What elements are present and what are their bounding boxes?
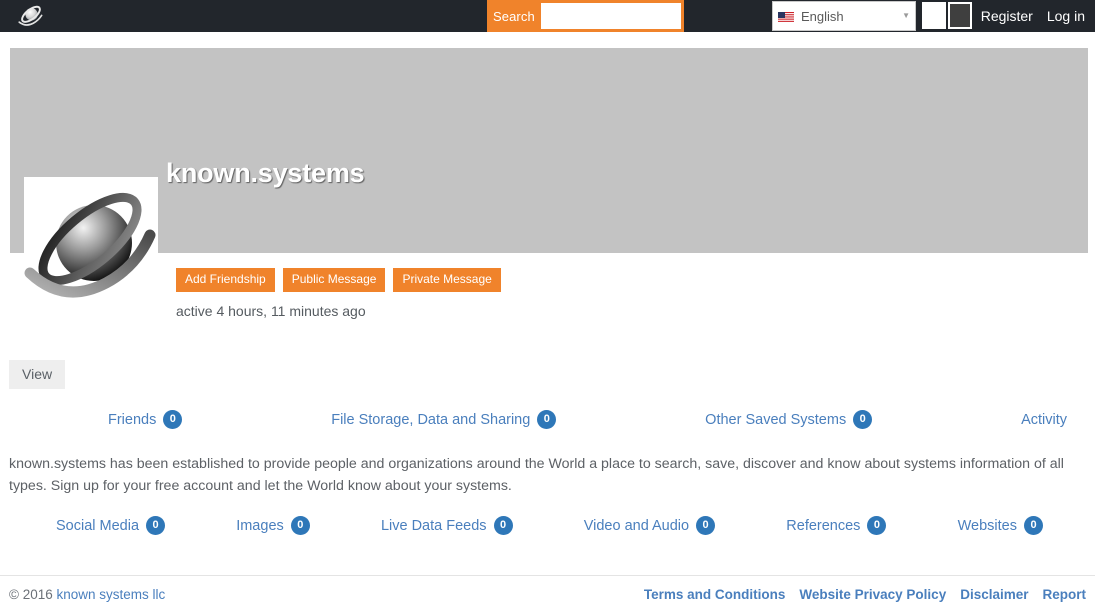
intro-paragraph: known.systems has been established to pr… (9, 456, 1064, 494)
status-badge: 0 (853, 410, 873, 429)
account-links: Register Log in (981, 0, 1085, 32)
status-badge: 0 (493, 516, 513, 535)
theme-swatch-group (922, 2, 972, 29)
terms-and-conditions-link[interactable]: Terms and Conditions (644, 587, 786, 602)
page-title: known.systems (166, 158, 365, 188)
report-link[interactable]: Report (1043, 587, 1087, 602)
chevron-down-icon: ▼ (902, 11, 910, 20)
nav-item-label: Images (236, 517, 284, 534)
nav-item-video-and-audio[interactable]: Video and Audio 0 (583, 516, 716, 535)
disclaimer-link[interactable]: Disclaimer (960, 587, 1028, 602)
search-label: Search (493, 9, 535, 24)
nav-item-label: Websites (957, 517, 1017, 534)
nav-item-label: Friends (108, 411, 157, 428)
nav-item-label: Social Media (56, 517, 140, 534)
nav-item-label: File Storage, Data and Sharing (331, 411, 531, 428)
search-box: Search (487, 0, 684, 32)
language-selector[interactable]: English ▼ (772, 1, 916, 31)
us-flag-icon (778, 11, 794, 22)
secondary-nav-row: Social Media 0 Images 0 Live Data Feeds … (0, 516, 1095, 535)
profile-cover-banner (10, 48, 1088, 253)
copyright-text: © 2016 (9, 587, 57, 602)
avatar[interactable] (24, 177, 158, 311)
nav-item-label: Activity (1021, 411, 1067, 428)
nav-item-label: Other Saved Systems (705, 411, 847, 428)
search-input[interactable] (540, 3, 681, 29)
nav-item-other-saved-systems[interactable]: Other Saved Systems 0 (705, 410, 873, 429)
status-badge: 0 (290, 516, 310, 535)
public-message-button[interactable]: Public Message (282, 268, 386, 293)
register-link[interactable]: Register (981, 8, 1033, 24)
orbital-sphere-logo-svg (18, 5, 43, 26)
status-badge: 0 (163, 410, 183, 429)
private-message-button[interactable]: Private Message (393, 268, 501, 293)
page-footer: © 2016 known systems llc Terms and Condi… (0, 575, 1095, 613)
theme-swatch-light[interactable] (922, 2, 946, 29)
nav-item-references[interactable]: References 0 (786, 516, 887, 535)
nav-item-label: Live Data Feeds (380, 517, 487, 534)
us-flag-svg (778, 11, 794, 22)
nav-item-label: Video and Audio (583, 517, 690, 534)
nav-item-activity[interactable]: Activity (1021, 412, 1067, 428)
last-active-status: active 4 hours, 11 minutes ago (176, 303, 366, 319)
nav-item-images[interactable]: Images 0 (236, 516, 310, 535)
orbital-sphere-logo-icon[interactable] (14, 2, 48, 30)
nav-item-live-data-feeds[interactable]: Live Data Feeds 0 (381, 516, 513, 535)
view-tab[interactable]: View (9, 360, 66, 389)
copyright: © 2016 known systems llc (9, 587, 165, 602)
footer-links: Terms and Conditions Website Privacy Pol… (644, 587, 1086, 602)
status-badge: 0 (1024, 516, 1043, 535)
nav-item-social-media[interactable]: Social Media 0 (56, 516, 166, 535)
company-link[interactable]: known systems llc (56, 587, 165, 602)
status-badge: 0 (537, 410, 557, 429)
nav-item-label: References (786, 517, 861, 534)
theme-swatch-dark[interactable] (948, 2, 972, 29)
add-friendship-button[interactable]: Add Friendship (176, 268, 275, 293)
top-navigation-bar: Search English ▼ Register Log in (0, 0, 1095, 32)
nav-item-file-storage-data-and-sharing[interactable]: File Storage, Data and Sharing 0 (331, 410, 557, 429)
profile-action-buttons: Add Friendship Public Message Private Me… (176, 268, 501, 293)
status-badge: 0 (146, 516, 166, 535)
status-badge: 0 (696, 516, 716, 535)
login-link[interactable]: Log in (1047, 8, 1085, 24)
language-selected-label: English (801, 8, 844, 24)
nav-item-friends[interactable]: Friends 0 (108, 410, 183, 429)
orbital-sphere-avatar-icon (24, 192, 156, 298)
primary-nav-row: Friends 0 File Storage, Data and Sharing… (0, 410, 1095, 429)
website-privacy-policy-link[interactable]: Website Privacy Policy (799, 587, 946, 602)
status-badge: 0 (867, 516, 887, 535)
nav-item-websites[interactable]: Websites 0 (958, 516, 1043, 535)
